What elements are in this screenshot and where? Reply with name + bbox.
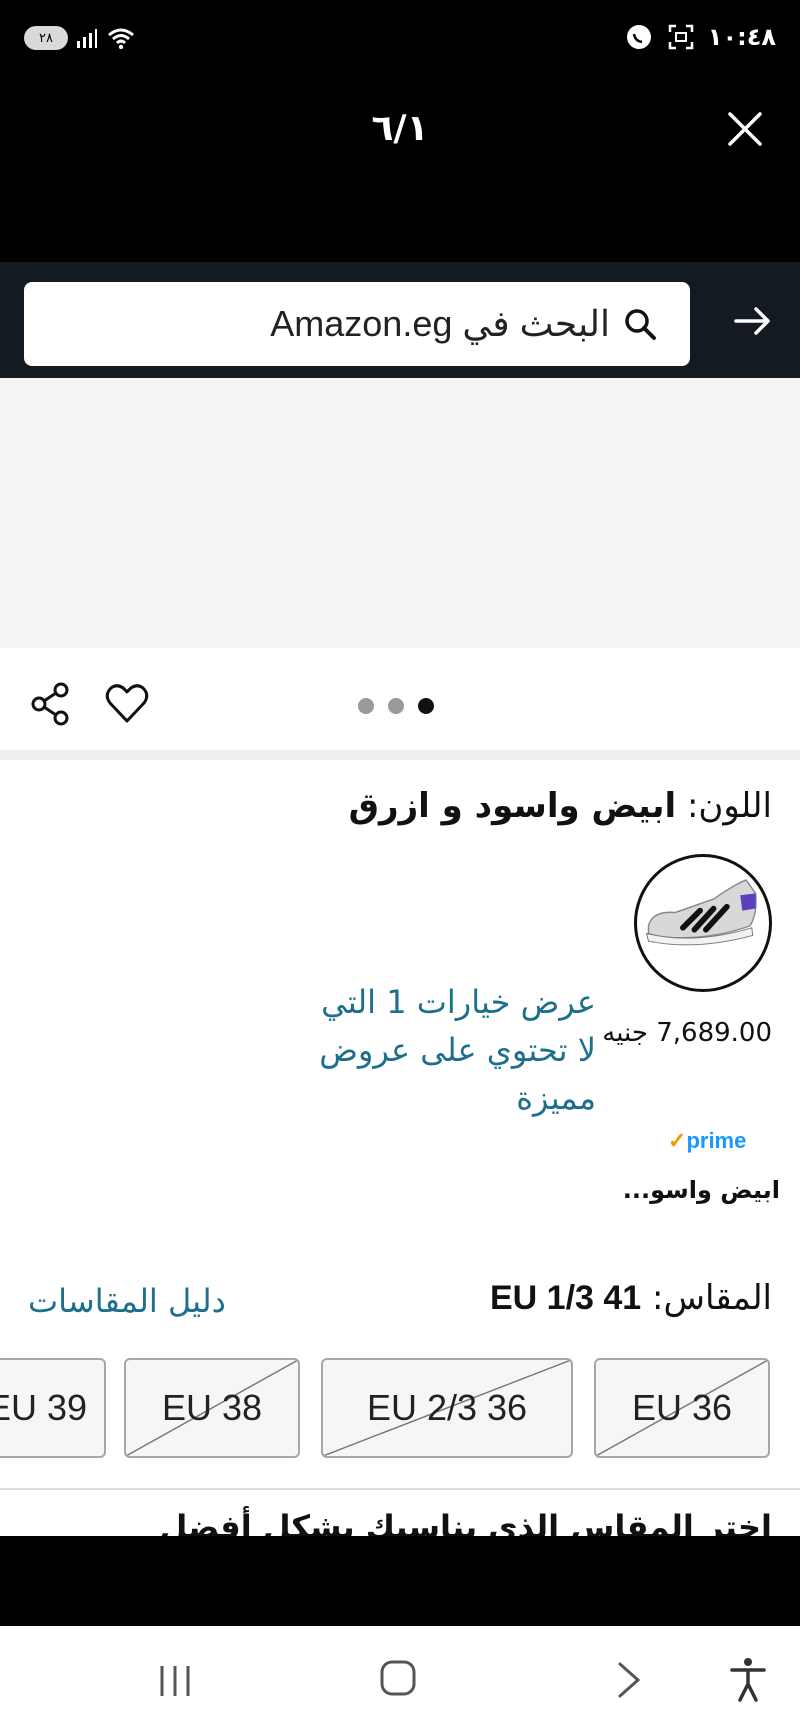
home-icon[interactable] — [378, 1658, 418, 1698]
size-heading-partial: اختر المقاس الذي يناسبك بشكل أفضل — [159, 1508, 772, 1536]
size-option-label: EU 38 — [161, 1387, 263, 1428]
product-image-area[interactable] — [0, 378, 800, 648]
size-option-label: EU 36 — [631, 1387, 733, 1428]
prime-badge: ✓prime — [668, 1128, 746, 1154]
accessibility-icon[interactable] — [728, 1656, 768, 1702]
screenshot-icon — [668, 24, 694, 50]
section-divider — [0, 1488, 800, 1490]
battery-level: ٢٨ — [39, 30, 53, 46]
shoe-thumbnail — [645, 879, 757, 946]
size-value: EU 1/3 41 — [489, 1279, 642, 1317]
clock: ١٠:٤٨ — [707, 23, 776, 51]
recent-apps-icon[interactable] — [156, 1664, 194, 1698]
back-icon[interactable] — [610, 1660, 646, 1700]
variant-price: 7,689.00 جنيه — [602, 1018, 772, 1048]
color-selection-label: اللون: ابيض واسود و ازرق — [349, 786, 772, 826]
heart-icon[interactable] — [104, 681, 150, 727]
color-value: ابيض واسود و ازرق — [348, 786, 677, 826]
size-label-text: المقاس: — [652, 1278, 772, 1318]
status-bar: ٢٨ ١٠:٤٨ — [0, 0, 800, 80]
amazon-search-header: البحث في Amazon.eg — [0, 262, 800, 378]
signal-icon — [77, 29, 97, 48]
size-option[interactable]: EU 38 — [124, 1358, 300, 1458]
search-placeholder: البحث في Amazon.eg — [270, 303, 610, 344]
other-options-link[interactable]: عرض خيارات 1 التي لا تحتوي على عروض مميز… — [296, 978, 596, 1122]
size-option-label: EU 39 — [0, 1387, 88, 1428]
size-option-label: EU 2/3 36 — [366, 1387, 528, 1428]
image-counter: ٦/١ — [371, 108, 429, 149]
battery-indicator: ٢٨ — [24, 26, 68, 50]
whatsapp-icon — [626, 25, 651, 49]
android-nav-bar — [0, 1626, 800, 1733]
wifi-icon — [108, 28, 134, 50]
size-selection-label: المقاس: EU 1/3 41 — [490, 1278, 772, 1318]
prime-check-icon: ✓ — [668, 1128, 687, 1153]
search-input[interactable]: البحث في Amazon.eg — [24, 282, 690, 366]
status-left: ٢٨ — [24, 26, 136, 50]
color-label-text: اللون: — [686, 786, 772, 826]
arrow-right-icon[interactable] — [732, 300, 774, 342]
variant-name: ابيض واسو... — [622, 1176, 780, 1204]
gallery-dots — [358, 698, 434, 714]
image-viewer-header: ٦/١ — [0, 80, 800, 262]
viewer-footer — [0, 1536, 800, 1626]
section-divider — [0, 750, 800, 760]
share-icon[interactable] — [28, 681, 74, 727]
size-option[interactable]: EU 36 — [594, 1358, 770, 1458]
gallery-dot-active[interactable] — [418, 698, 434, 714]
gallery-dot[interactable] — [388, 698, 404, 714]
size-guide-link[interactable]: دليل المقاسات — [28, 1282, 226, 1320]
close-icon[interactable] — [726, 110, 764, 148]
color-swatch[interactable] — [634, 854, 772, 992]
status-right: ١٠:٤٨ — [624, 22, 776, 52]
gallery-dot[interactable] — [358, 698, 374, 714]
size-option[interactable]: EU 39 — [0, 1358, 106, 1458]
size-option[interactable]: EU 2/3 36 — [321, 1358, 573, 1458]
prime-text: prime — [686, 1128, 747, 1153]
search-icon[interactable] — [622, 306, 658, 342]
product-page: اللون: ابيض واسود و ازرق 7,689.00 جنيه ✓… — [0, 378, 800, 1536]
